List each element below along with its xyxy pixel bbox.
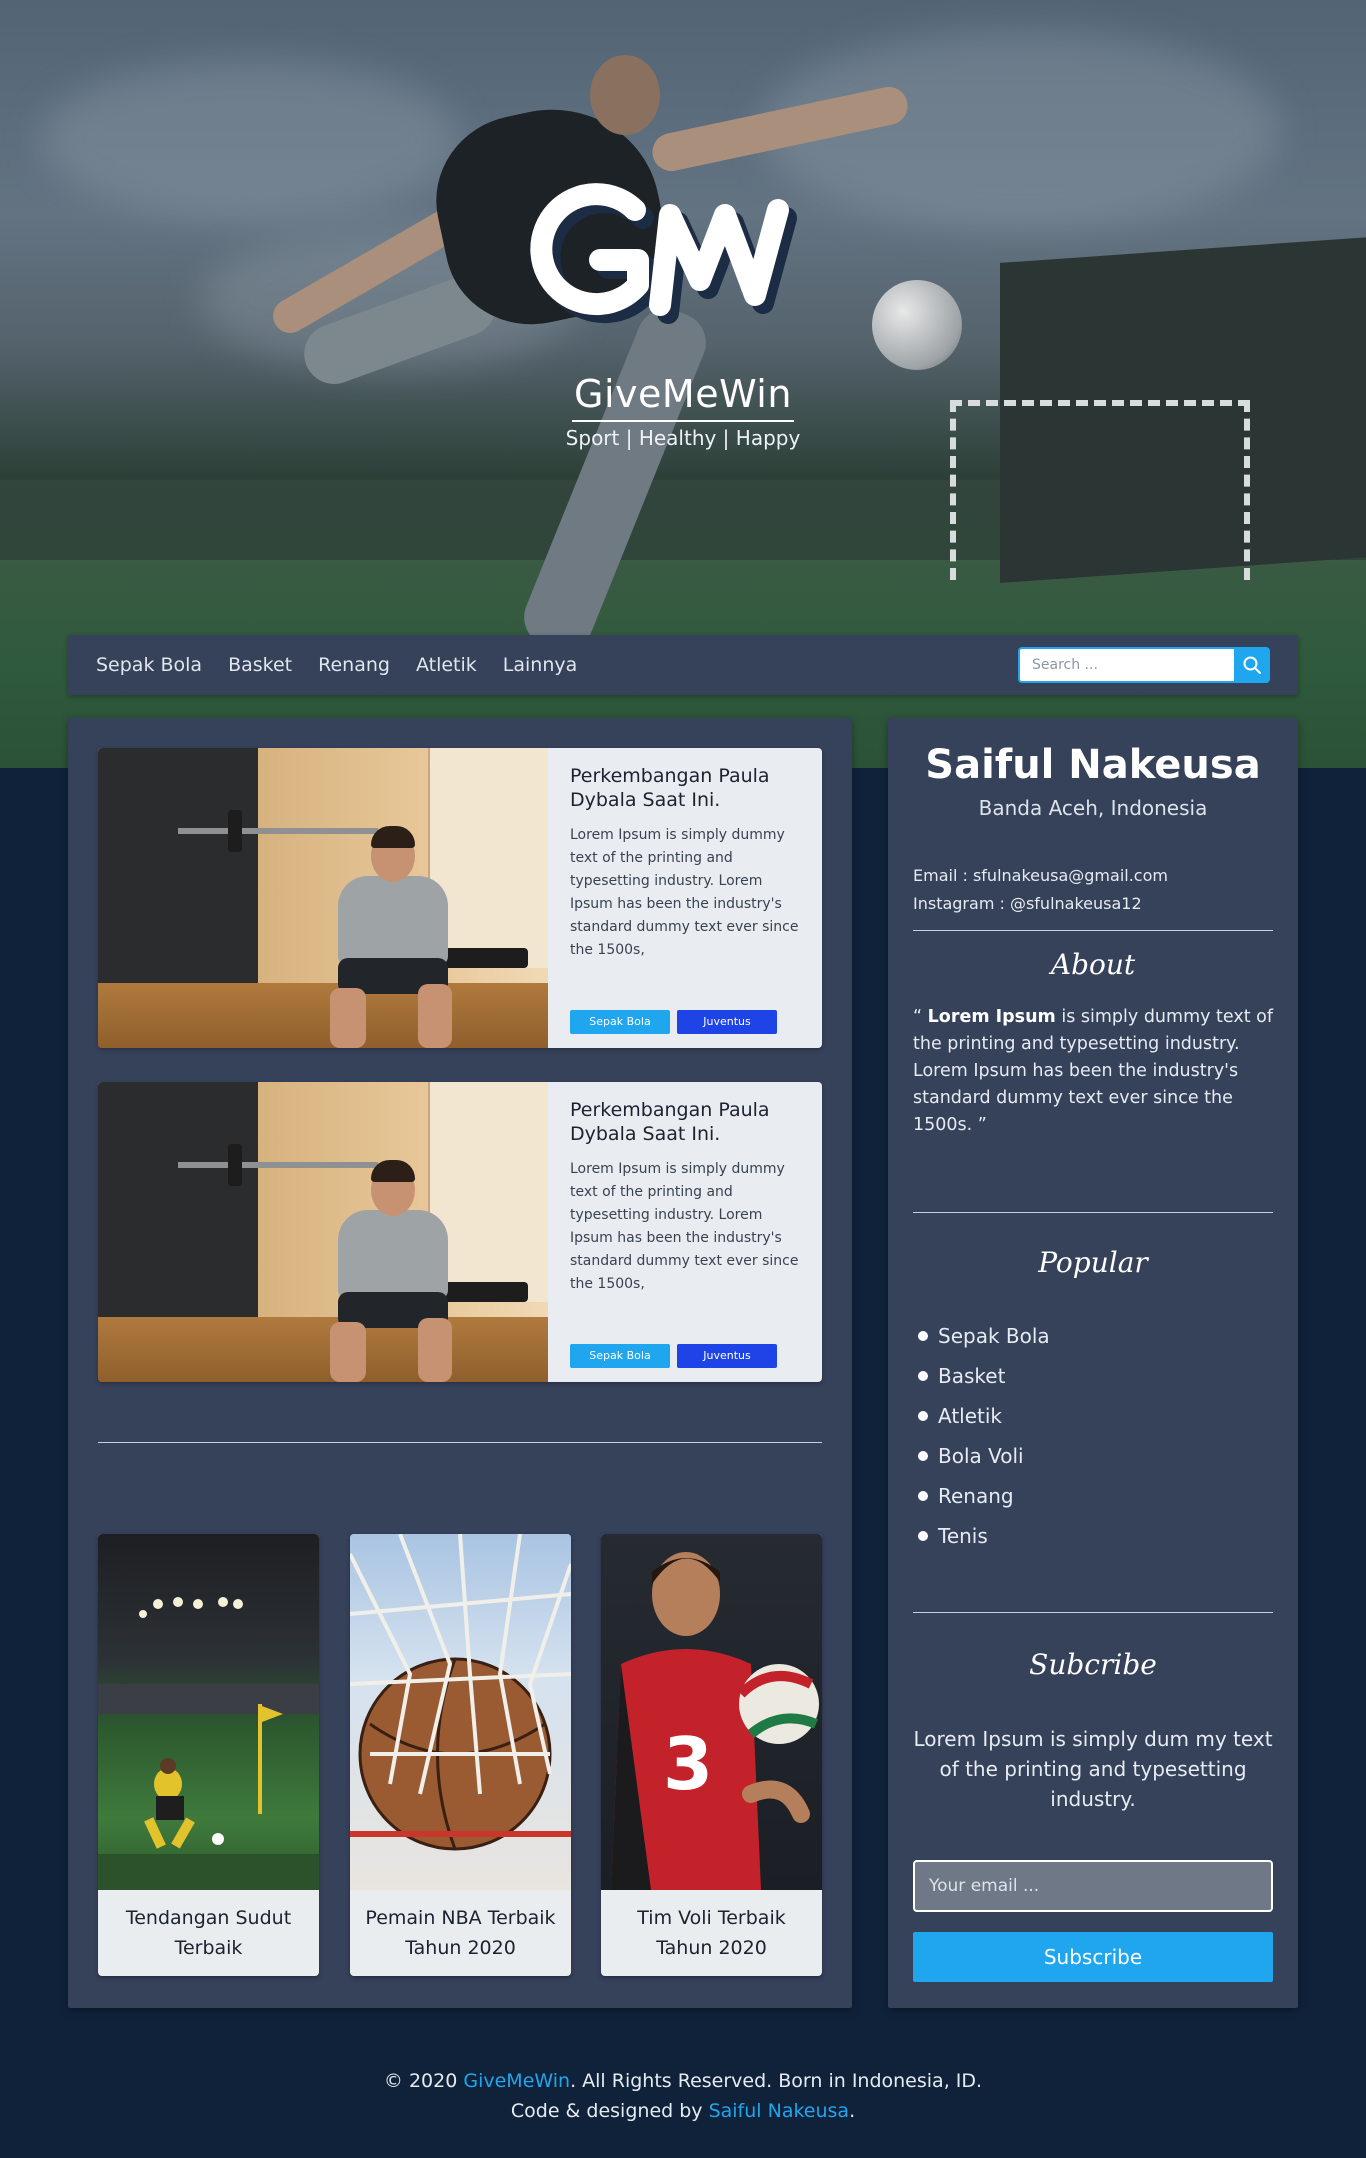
post-body: Perkembangan Paula Dybala Saat Ini. Lore… <box>548 748 822 1048</box>
featured-card[interactable]: Pemain NBA Terbaik Tahun 2020 <box>350 1534 571 1976</box>
tag-sepak-bola[interactable]: Sepak Bola <box>570 1010 670 1034</box>
search-input[interactable] <box>1018 647 1234 683</box>
post-excerpt: Lorem Ipsum is simply dummy text of the … <box>570 1161 799 1292</box>
card-image-football <box>98 1534 319 1890</box>
search-button[interactable] <box>1234 647 1270 683</box>
post-image <box>98 1082 548 1382</box>
popular-item[interactable]: Basket <box>918 1356 1050 1396</box>
featured-card[interactable]: 3 Tim Voli Terbaik Tahun 2020 <box>601 1534 822 1976</box>
bullet-icon <box>918 1331 928 1341</box>
about-text: “ Lorem Ipsum is simply dummy text of th… <box>913 1004 1273 1139</box>
profile-name: Saiful Nakeusa <box>925 742 1261 788</box>
popular-item[interactable]: Tenis <box>918 1516 1050 1556</box>
nav-item-lainnya[interactable]: Lainnya <box>503 654 577 676</box>
sidebar-divider <box>913 930 1273 931</box>
search-icon <box>1243 656 1261 674</box>
hero-player-head <box>590 55 660 135</box>
profile-location: Banda Aceh, Indonesia <box>978 796 1208 820</box>
footer-copyright: © 2020 GiveMeWin. All Rights Reserved. B… <box>383 2070 983 2092</box>
tag-juventus[interactable]: Juventus <box>677 1010 777 1034</box>
bullet-icon <box>918 1371 928 1381</box>
about-heading: About <box>1050 948 1136 981</box>
main-navigation: Sepak Bola Basket Renang Atletik Lainnya <box>68 635 1298 695</box>
email-field[interactable] <box>913 1860 1273 1912</box>
profile-email[interactable]: Email : sfulnakeusa@gmail.com <box>913 862 1168 890</box>
about-bold: Lorem Ipsum <box>927 1007 1056 1027</box>
profile-sidebar: Saiful Nakeusa Banda Aceh, Indonesia Ema… <box>888 718 1298 2008</box>
popular-item[interactable]: Sepak Bola <box>918 1316 1050 1356</box>
post-card[interactable]: Perkembangan Paula Dybala Saat Ini. Lore… <box>98 748 822 1048</box>
brand-tagline: Sport | Healthy | Happy <box>565 426 801 450</box>
popular-heading: Popular <box>1038 1246 1148 1279</box>
nav-item-atletik[interactable]: Atletik <box>416 654 477 676</box>
post-tags: Sepak Bola Juventus <box>570 1344 777 1368</box>
popular-item[interactable]: Bola Voli <box>918 1436 1050 1476</box>
card-image-basketball <box>350 1534 571 1890</box>
footer-author-link[interactable]: Saiful Nakeusa <box>709 2100 850 2122</box>
bullet-icon <box>918 1491 928 1501</box>
tag-sepak-bola[interactable]: Sepak Bola <box>570 1344 670 1368</box>
bullet-icon <box>918 1411 928 1421</box>
hero-football <box>872 280 962 370</box>
nav-menu: Sepak Bola Basket Renang Atletik Lainnya <box>96 654 577 676</box>
sidebar-divider <box>913 1212 1273 1213</box>
tag-juventus[interactable]: Juventus <box>677 1344 777 1368</box>
sidebar-divider <box>913 1612 1273 1613</box>
subscribe-text: Lorem Ipsum is simply dum my text of the… <box>913 1727 1273 1811</box>
cloud <box>40 60 460 220</box>
post-card[interactable]: Perkembangan Paula Dybala Saat Ini. Lore… <box>98 1082 822 1382</box>
subscribe-button[interactable]: Subscribe <box>913 1932 1273 1982</box>
footer: © 2020 GiveMeWin. All Rights Reserved. B… <box>0 2066 1366 2126</box>
brand-name: GiveMeWin <box>0 372 1366 422</box>
profile-instagram[interactable]: Instagram : @sfulnakeusa12 <box>913 890 1168 918</box>
card-caption: Pemain NBA Terbaik Tahun 2020 <box>365 1907 556 1959</box>
card-image-volleyball: 3 <box>601 1534 822 1890</box>
svg-text:3: 3 <box>663 1722 713 1806</box>
post-body: Perkembangan Paula Dybala Saat Ini. Lore… <box>548 1082 822 1382</box>
featured-card[interactable]: Tendangan Sudut Terbaik <box>98 1534 319 1976</box>
post-title[interactable]: Perkembangan Paula Dybala Saat Ini. <box>570 764 800 812</box>
popular-item[interactable]: Atletik <box>918 1396 1050 1436</box>
main-content: Perkembangan Paula Dybala Saat Ini. Lore… <box>68 718 852 2008</box>
post-title[interactable]: Perkembangan Paula Dybala Saat Ini. <box>570 1098 800 1146</box>
footer-brand-link[interactable]: GiveMeWin <box>463 2070 570 2092</box>
bullet-icon <box>918 1531 928 1541</box>
popular-item[interactable]: Renang <box>918 1476 1050 1516</box>
card-caption: Tim Voli Terbaik Tahun 2020 <box>637 1907 786 1959</box>
close-quote-icon: ” <box>977 1115 987 1135</box>
nav-item-renang[interactable]: Renang <box>318 654 390 676</box>
nav-item-basket[interactable]: Basket <box>228 654 292 676</box>
popular-list: Sepak Bola Basket Atletik Bola Voli Rena… <box>918 1316 1050 1556</box>
subscribe-heading: Subcribe <box>1029 1648 1157 1681</box>
bullet-icon <box>918 1451 928 1461</box>
card-caption: Tendangan Sudut Terbaik <box>125 1907 292 1959</box>
profile-contact: Email : sfulnakeusa@gmail.com Instagram … <box>913 862 1168 918</box>
post-image <box>98 748 548 1048</box>
section-divider <box>98 1442 822 1443</box>
nav-item-sepak-bola[interactable]: Sepak Bola <box>96 654 202 676</box>
open-quote-icon: “ <box>913 1007 928 1027</box>
post-tags: Sepak Bola Juventus <box>570 1010 777 1034</box>
post-excerpt: Lorem Ipsum is simply dummy text of the … <box>570 827 799 958</box>
brand-logo <box>530 183 797 324</box>
footer-credit: Code & designed by Saiful Nakeusa. <box>510 2100 856 2122</box>
search-box <box>1018 647 1270 683</box>
